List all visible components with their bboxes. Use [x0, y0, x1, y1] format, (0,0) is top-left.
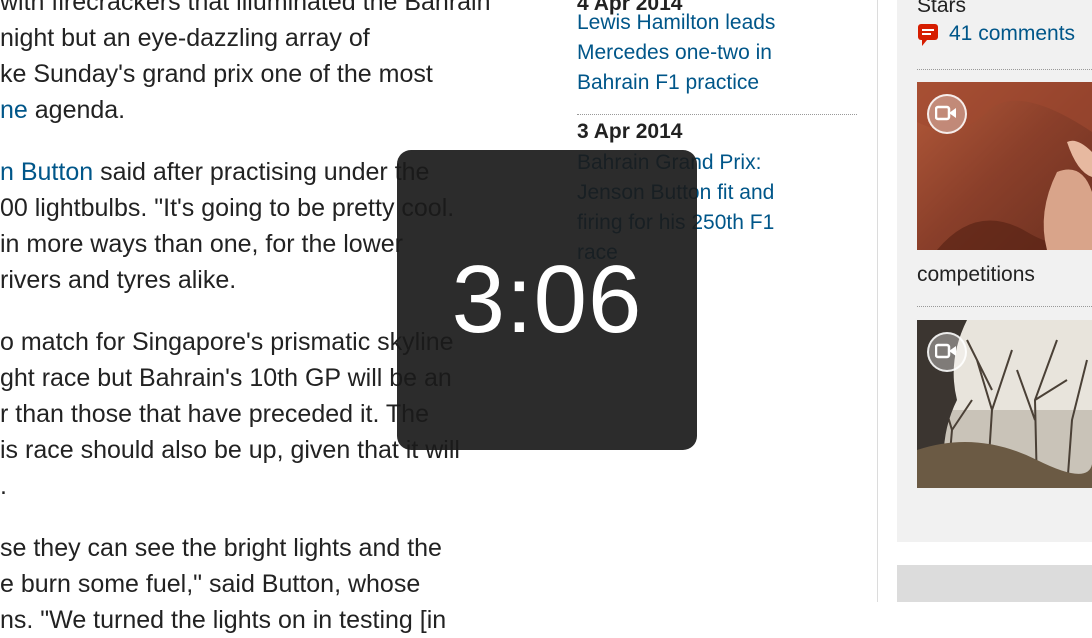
- article-line: ne agenda.: [0, 92, 125, 128]
- headline-line: Bahrain F1 practice: [577, 71, 760, 94]
- article-line: ns. "We turned the lights on in testing …: [0, 606, 447, 634]
- divider: [917, 69, 1092, 70]
- article-line: night but an eye-dazzling array of: [0, 24, 370, 52]
- video-thumbnail[interactable]: [917, 82, 1092, 250]
- article-link[interactable]: n Button: [0, 158, 93, 186]
- divider: [917, 306, 1092, 307]
- article-line: in more ways than one, for the lower: [0, 230, 403, 258]
- article-link[interactable]: ne: [0, 96, 28, 124]
- comments-link[interactable]: 41 comments: [917, 22, 1075, 46]
- article-line: is race should also be up, given that it…: [0, 436, 460, 464]
- article-text: agenda.: [27, 96, 126, 124]
- article-line: e burn some fuel," said Button, whose: [0, 570, 421, 598]
- countdown-timer-overlay: 3:06: [397, 150, 697, 450]
- video-camera-icon: [927, 332, 967, 372]
- related-date: 3 Apr 2014: [577, 120, 683, 143]
- article-line: se they can see the bright lights and th…: [0, 534, 442, 562]
- thumbnail-caption[interactable]: competitions: [917, 263, 1035, 287]
- article-line: with firecrackers that illuminated the B…: [0, 0, 491, 16]
- headline-line: Lewis Hamilton leads: [577, 11, 776, 34]
- article-line: n Button said after practising under the: [0, 154, 429, 190]
- article-line: ke Sunday's grand prix one of the most: [0, 60, 433, 88]
- sidebar-footer-bar: [897, 565, 1092, 602]
- speech-bubble-icon: [917, 23, 939, 46]
- sidebar-story-title[interactable]: Stars: [917, 0, 966, 18]
- article-line: ght race but Bahrain's 10th GP will be a…: [0, 364, 452, 392]
- related-headline-link[interactable]: Lewis Hamilton leads Mercedes one-two in…: [577, 8, 775, 98]
- timer-value: 3:06: [451, 246, 643, 353]
- divider: [577, 114, 857, 115]
- comments-count: 41 comments: [949, 22, 1076, 45]
- article-line: r than those that have preceded it. The: [0, 400, 429, 428]
- article-text: said after practising under the: [93, 158, 430, 186]
- article-line: rivers and tyres alike.: [0, 266, 237, 294]
- headline-line: Mercedes one-two in: [577, 41, 772, 64]
- column-divider: [877, 0, 878, 602]
- video-thumbnail[interactable]: [917, 320, 1092, 488]
- video-camera-icon: [927, 94, 967, 134]
- article-line: o match for Singapore's prismatic skylin…: [0, 328, 454, 356]
- article-line: 00 lightbulbs. "It's going to be pretty …: [0, 194, 455, 222]
- article-line: .: [0, 472, 7, 500]
